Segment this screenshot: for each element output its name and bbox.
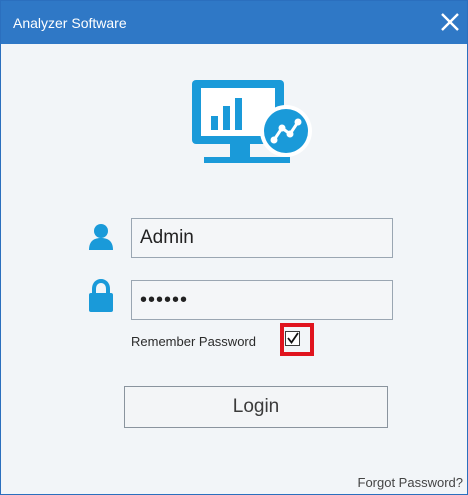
analytics-monitor-icon: [190, 78, 314, 170]
user-icon: [87, 223, 115, 251]
close-icon[interactable]: [437, 9, 463, 35]
login-button[interactable]: Login: [124, 386, 388, 428]
remember-password-checkbox[interactable]: [285, 331, 300, 346]
checkmark-icon: [287, 332, 299, 345]
remember-password-label: Remember Password: [131, 334, 256, 349]
window-title: Analyzer Software: [13, 15, 127, 31]
title-bar[interactable]: Analyzer Software: [1, 1, 467, 44]
password-input[interactable]: [131, 280, 393, 320]
login-window: Analyzer Software Admin •••••• Remember …: [0, 0, 468, 495]
forgot-password-link[interactable]: Forgot Password?: [358, 475, 464, 490]
lock-icon: [87, 278, 115, 313]
username-input[interactable]: [131, 218, 393, 258]
